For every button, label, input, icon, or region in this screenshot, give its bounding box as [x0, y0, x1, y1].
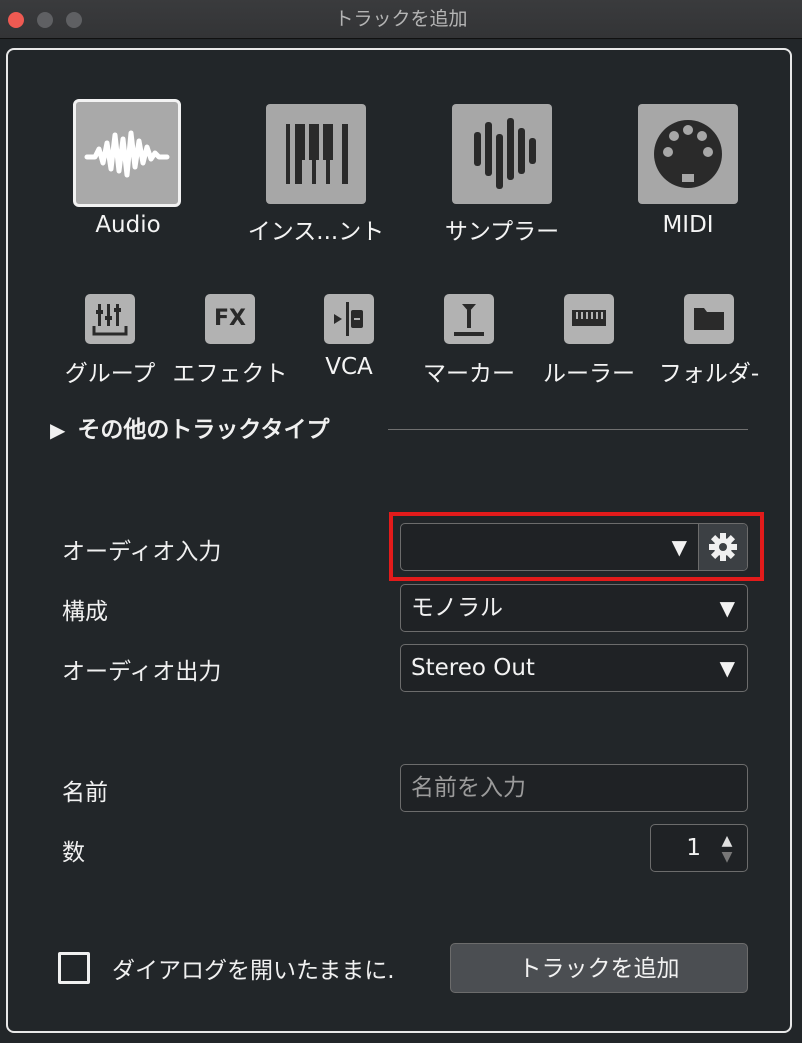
expand-triangle-icon: ▶: [50, 418, 66, 442]
fx-icon: FX: [205, 294, 255, 344]
title-bar: トラックを追加: [0, 0, 802, 39]
keep-dialog-open-label[interactable]: ダイアログを開いたままに.: [112, 951, 395, 985]
folder-icon: [684, 294, 734, 344]
group-faders-icon: [85, 294, 135, 344]
other-track-types-label: その他のトラックタイプ: [77, 417, 330, 443]
track-type-label: インス...ント: [247, 219, 385, 245]
add-track-button[interactable]: トラックを追加: [450, 943, 748, 993]
config-value: モノラル: [411, 595, 503, 621]
sampler-bars-icon: [452, 104, 552, 204]
vca-icon: [324, 294, 374, 344]
count-value: 1: [686, 835, 701, 861]
midi-connector-icon: [638, 104, 738, 204]
stepper-up-icon[interactable]: ▲: [717, 833, 737, 849]
audio-waveform-icon: [73, 99, 181, 207]
other-track-types-toggle[interactable]: ▶ その他のトラックタイプ: [50, 410, 329, 444]
annotation-highlight-box: [389, 512, 764, 581]
track-name-input[interactable]: [400, 764, 748, 812]
track-type-label: マーカー: [423, 361, 515, 387]
config-select[interactable]: モノラル ▼: [400, 584, 748, 632]
ruler-icon: [564, 294, 614, 344]
audio-input-label: オーディオ入力: [62, 539, 222, 565]
marker-icon: [444, 294, 494, 344]
audio-output-select[interactable]: Stereo Out ▼: [400, 644, 748, 692]
track-type-label: MIDI: [662, 212, 714, 238]
keep-dialog-open-checkbox[interactable]: [58, 952, 90, 984]
count-label: 数: [62, 840, 85, 866]
name-label: 名前: [62, 780, 108, 806]
add-track-window: トラックを追加 Audio インス...ント サンプラー MIDI グループ F…: [0, 0, 802, 1043]
stepper-down-icon[interactable]: ▼: [717, 849, 737, 865]
track-type-label: ルーラー: [543, 361, 635, 387]
fx-icon-text: FX: [214, 306, 246, 331]
section-divider: [388, 429, 748, 430]
track-type-label: フォルダ-: [658, 361, 760, 387]
track-type-label: Audio: [95, 212, 161, 238]
piano-keys-icon: [266, 104, 366, 204]
config-label: 構成: [62, 599, 108, 625]
track-type-label: VCA: [325, 354, 373, 380]
track-type-label: グループ: [64, 361, 156, 387]
dropdown-arrow-icon: ▼: [719, 596, 735, 620]
audio-output-value: Stereo Out: [411, 655, 535, 681]
dropdown-arrow-icon: ▼: [719, 656, 735, 680]
audio-output-label: オーディオ出力: [62, 659, 222, 685]
track-type-label: サンプラー: [444, 219, 560, 245]
window-title: トラックを追加: [334, 8, 468, 30]
count-stepper[interactable]: 1 ▲ ▼: [650, 824, 748, 872]
